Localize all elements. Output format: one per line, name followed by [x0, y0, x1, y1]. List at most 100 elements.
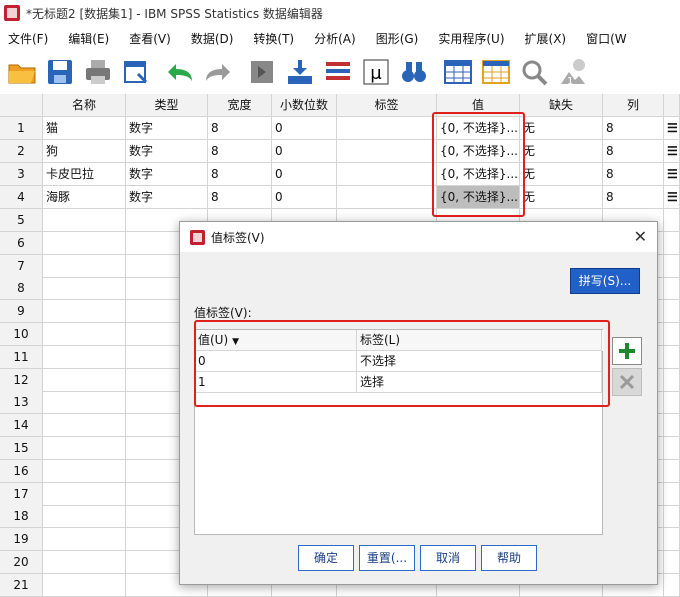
col-header-label[interactable]: 标签 — [337, 94, 437, 117]
empty-cell[interactable] — [43, 345, 126, 369]
weight-cases-icon[interactable]: 1 — [556, 56, 588, 88]
empty-cell[interactable] — [43, 573, 126, 597]
cell-type[interactable]: 数字 — [126, 140, 208, 163]
cell-type[interactable]: 数字 — [126, 117, 208, 140]
row-number[interactable]: 16 — [0, 459, 43, 483]
cell-missing[interactable]: 无 — [520, 163, 603, 186]
empty-cell[interactable] — [43, 323, 126, 346]
undo-icon[interactable] — [164, 56, 196, 88]
empty-cell[interactable] — [43, 437, 126, 460]
align-left-icon[interactable]: ☰ — [664, 186, 680, 209]
align-left-icon[interactable]: ☰ — [664, 140, 680, 163]
col-header-columns[interactable]: 列 — [603, 94, 664, 117]
cell-missing[interactable]: 无 — [520, 186, 603, 209]
empty-cell[interactable] — [664, 528, 680, 552]
row-number[interactable]: 14 — [0, 414, 43, 438]
empty-cell[interactable] — [43, 482, 126, 506]
empty-cell[interactable] — [664, 391, 680, 415]
row-number[interactable]: 20 — [0, 551, 43, 574]
cell-columns[interactable]: 8 — [603, 186, 664, 209]
row-number[interactable]: 7 — [0, 254, 43, 278]
empty-cell[interactable] — [664, 368, 680, 392]
menu-data[interactable]: 数据(D) — [181, 30, 244, 47]
menu-graphs[interactable]: 图形(G) — [366, 30, 429, 47]
menu-view[interactable]: 查看(V) — [119, 30, 181, 47]
split-file-icon[interactable]: μ — [360, 56, 392, 88]
cell-columns[interactable]: 8 — [603, 117, 664, 140]
dialog-recall-icon[interactable] — [120, 56, 152, 88]
row-number[interactable]: 5 — [0, 209, 43, 232]
add-label-button[interactable] — [612, 337, 642, 365]
menu-edit[interactable]: 编辑(E) — [58, 30, 119, 47]
empty-cell[interactable] — [664, 414, 680, 438]
cell-decimals[interactable]: 0 — [272, 186, 337, 209]
empty-cell[interactable] — [664, 231, 680, 255]
spell-button[interactable]: 拼写(S)... — [570, 268, 640, 294]
goto-case-icon[interactable] — [246, 56, 278, 88]
open-folder-icon[interactable] — [6, 56, 38, 88]
empty-cell[interactable] — [664, 345, 680, 369]
row-number[interactable]: 21 — [0, 573, 43, 597]
cell-width[interactable]: 8 — [208, 140, 272, 163]
cell-type[interactable]: 数字 — [126, 163, 208, 186]
empty-cell[interactable] — [43, 209, 126, 232]
empty-cell[interactable] — [43, 459, 126, 483]
variables-icon[interactable] — [322, 56, 354, 88]
menu-window[interactable]: 窗口(W — [576, 30, 637, 47]
row-number[interactable]: 17 — [0, 482, 43, 506]
cell-type[interactable]: 数字 — [126, 186, 208, 209]
align-left-icon[interactable]: ☰ — [664, 117, 680, 140]
corner-cell[interactable] — [0, 94, 43, 117]
col-header-align[interactable] — [664, 94, 680, 117]
empty-cell[interactable] — [43, 505, 126, 529]
empty-cell[interactable] — [43, 231, 126, 255]
cell-name[interactable]: 猫 — [43, 117, 126, 140]
save-icon[interactable] — [44, 56, 76, 88]
cell-name[interactable]: 狗 — [43, 140, 126, 163]
menu-extensions[interactable]: 扩展(X) — [515, 30, 577, 47]
print-icon[interactable] — [82, 56, 114, 88]
empty-cell[interactable] — [43, 254, 126, 278]
cell-decimals[interactable]: 0 — [272, 163, 337, 186]
insert-variable-icon[interactable] — [480, 56, 512, 88]
row-number[interactable]: 8 — [0, 277, 43, 301]
empty-cell[interactable] — [43, 391, 126, 415]
row-number[interactable]: 2 — [0, 140, 43, 163]
remove-label-button[interactable] — [612, 368, 642, 396]
row-number[interactable]: 4 — [0, 186, 43, 209]
row-number[interactable]: 18 — [0, 505, 43, 529]
cell-label[interactable] — [337, 140, 437, 163]
empty-cell[interactable] — [43, 528, 126, 552]
cell-label[interactable] — [337, 117, 437, 140]
align-left-icon[interactable]: ☰ — [664, 163, 680, 186]
row-number[interactable]: 12 — [0, 368, 43, 392]
col-header-type[interactable]: 类型 — [126, 94, 208, 117]
cancel-button[interactable]: 取消 — [420, 545, 476, 571]
cell-width[interactable]: 8 — [208, 117, 272, 140]
col-header-decimals[interactable]: 小数位数 — [272, 94, 337, 117]
row-number[interactable]: 15 — [0, 437, 43, 460]
col-header-width[interactable]: 宽度 — [208, 94, 272, 117]
close-icon[interactable]: ✕ — [634, 227, 647, 246]
cell-decimals[interactable]: 0 — [272, 140, 337, 163]
cell-width[interactable]: 8 — [208, 186, 272, 209]
empty-cell[interactable] — [664, 254, 680, 278]
empty-cell[interactable] — [43, 414, 126, 438]
empty-cell[interactable] — [664, 573, 680, 597]
empty-cell[interactable] — [664, 300, 680, 324]
cell-columns[interactable]: 8 — [603, 163, 664, 186]
row-number[interactable]: 11 — [0, 345, 43, 369]
empty-cell[interactable] — [664, 459, 680, 483]
empty-cell[interactable] — [664, 323, 680, 346]
row-number[interactable]: 3 — [0, 163, 43, 186]
empty-cell[interactable] — [43, 551, 126, 574]
cell-name[interactable]: 海豚 — [43, 186, 126, 209]
value-labels-icon[interactable] — [518, 56, 550, 88]
empty-cell[interactable] — [43, 300, 126, 324]
empty-cell[interactable] — [43, 277, 126, 301]
cell-name[interactable]: 卡皮巴拉 — [43, 163, 126, 186]
menu-analyze[interactable]: 分析(A) — [304, 30, 366, 47]
menu-file[interactable]: 文件(F) — [0, 30, 58, 47]
cell-width[interactable]: 8 — [208, 163, 272, 186]
empty-cell[interactable] — [664, 277, 680, 301]
